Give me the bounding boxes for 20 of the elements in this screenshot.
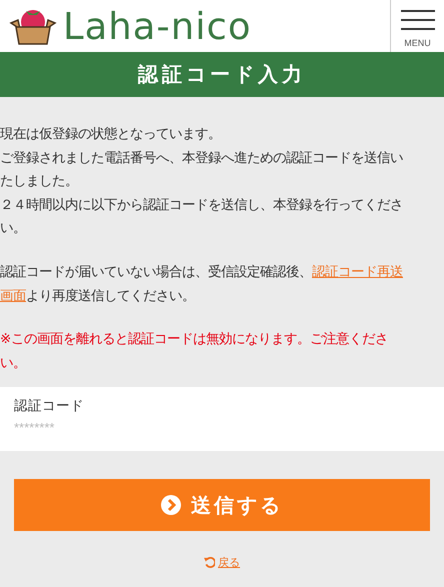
body-text: 認証コードが届いていない場合は、受信設定確認後、 [0,264,312,280]
site-logo[interactable]: Laha-nico [63,4,252,48]
resend-link[interactable]: 画面 [0,288,26,304]
undo-icon [204,557,215,568]
body-text: ２４時間以内に以下から認証コードを送信し、本登録を行ってくださ [0,198,403,213]
tomato-basket-logo-icon [9,7,57,45]
warning-text: い。 [0,356,26,371]
chevron-circle-icon [161,495,181,516]
field-label: 認証コード [14,397,84,416]
resend-link[interactable]: 認証コード再送 [312,264,403,280]
body-text: 現在は仮登録の状態となっています。 [0,127,221,142]
page-title-bar: 認証コード入力 [0,52,444,97]
submit-button[interactable]: 送信する [14,479,430,532]
menu-icon [400,10,434,32]
back-link[interactable]: 戻る [204,555,240,570]
warning-text: ※この画面を離れると認証コードは無効になります。ご注意くださ [0,332,388,348]
body-text: より再度送信してください。 [26,288,195,304]
body-text: たしました。 [0,174,78,190]
body-text: い。 [0,221,26,236]
body-text: ご登録されました電話番号へ、本登録へ進ための認証コードを送信い [0,150,403,166]
